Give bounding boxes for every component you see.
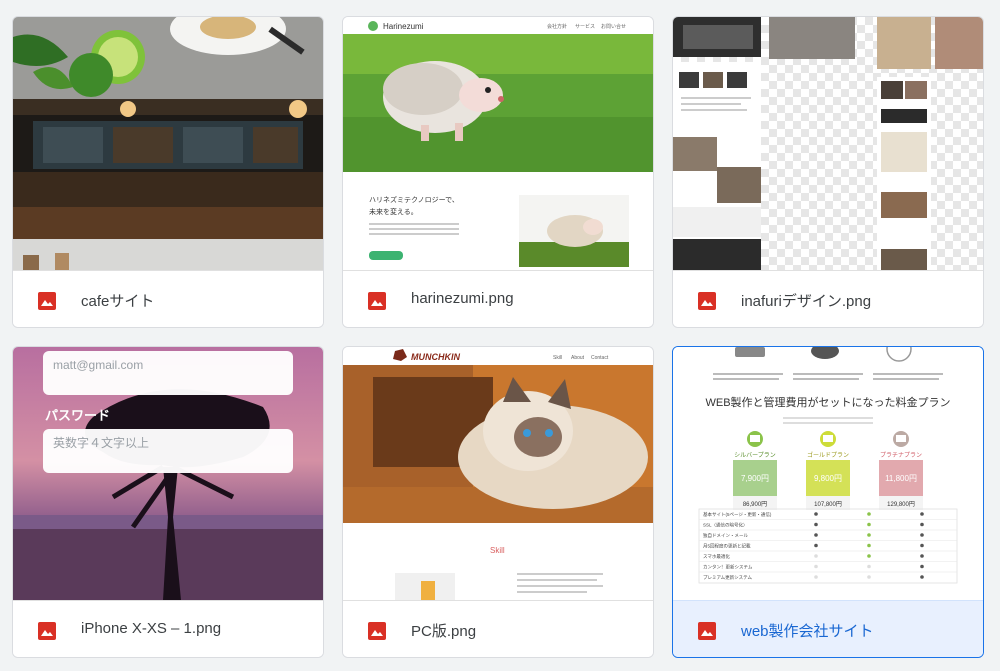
thumb-headline-2: 未来を変える。 (369, 207, 418, 216)
file-card-footer: web製作会社サイト (673, 600, 983, 657)
thumb-feature: 基本サイト(5ページ・更新・通信) (703, 511, 772, 518)
file-card-footer: iPhone X-XS – 1.png (13, 600, 323, 657)
file-name: harinezumi.png (411, 290, 514, 307)
file-thumbnail (13, 17, 323, 270)
thumb-logo: Harinezumi (383, 22, 424, 31)
file-card-footer: cafeサイト (13, 270, 323, 327)
image-icon (367, 291, 387, 311)
thumb-nav-2: サービス (575, 23, 595, 30)
image-icon (697, 291, 717, 311)
file-card-pc[interactable]: MUNCHKIN Skill About Contact Skill PC版.p… (342, 346, 654, 658)
file-thumbnail: MUNCHKIN Skill About Contact Skill (343, 347, 653, 600)
thumb-feature: 月5回程度の更新と記載 (703, 543, 751, 550)
image-icon (697, 621, 717, 641)
thumb-nav-1: Skill (553, 355, 562, 361)
thumb-logo: MUNCHKIN (411, 352, 460, 362)
file-card-harinezumi[interactable]: Harinezumi 会社方針 サービス お問い合せ ハリネズミテクノロジーで、… (342, 16, 654, 328)
thumb-plan-name: ゴールドプラン (807, 451, 849, 459)
thumb-feature: スマホ最適化 (703, 553, 730, 560)
image-icon (37, 621, 57, 641)
file-card-footer: harinezumi.png (343, 270, 653, 327)
thumb-feature: SSL（通信の暗号化） (703, 522, 748, 529)
file-thumbnail: Harinezumi 会社方針 サービス お問い合せ ハリネズミテクノロジーで、… (343, 17, 653, 270)
file-name: PC版.png (411, 623, 477, 640)
thumb-plan-price: 7,900円 (741, 474, 769, 483)
file-thumbnail: WEB製作と管理費用がセットになった料金プラン シルバープラン 7,900円 8… (673, 347, 983, 600)
thumb-nav-3: お問い合せ (601, 23, 626, 30)
thumb-feature: カンタン！更新システム (703, 564, 753, 571)
thumb-plan-price: 9,800円 (814, 474, 842, 483)
file-card-cafe[interactable]: cafeサイト (12, 16, 324, 328)
file-name: inafuriデザイン.png (741, 293, 872, 310)
file-card-inafuri[interactable]: inafuriデザイン.png (672, 16, 984, 328)
thumb-nav-2: About (571, 355, 585, 361)
thumb-plan-setup: 86,900円 (743, 501, 767, 508)
thumb-section-title: Skill (490, 546, 505, 555)
file-thumbnail (673, 17, 983, 270)
thumb-feature: プレミアム更新システム (703, 574, 753, 581)
thumb-plan-price: 11,800円 (885, 474, 917, 483)
file-name: web製作会社サイト (741, 623, 874, 640)
thumb-feature: 独自ドメイン・メール (703, 532, 748, 539)
file-name: cafeサイト (81, 293, 155, 310)
image-icon (367, 621, 387, 641)
thumb-password-label: パスワード (45, 408, 110, 423)
thumb-email-placeholder: matt@gmail.com (53, 358, 143, 372)
file-grid: cafeサイト Harinezumi 会社方針 サービス お問い合せ ハリネズミ… (0, 0, 1000, 671)
thumb-plan-setup: 129,800円 (887, 501, 915, 508)
file-card-iphone[interactable]: matt@gmail.com パスワード 英数字４文字以上 iPhone X-X… (12, 346, 324, 658)
file-thumbnail: matt@gmail.com パスワード 英数字４文字以上 (13, 347, 323, 600)
file-card-footer: inafuriデザイン.png (673, 270, 983, 327)
file-name: iPhone X-XS – 1.png (81, 620, 222, 637)
thumb-password-placeholder: 英数字４文字以上 (53, 435, 149, 450)
thumb-plan-name: シルバープラン (734, 452, 776, 459)
thumb-nav-3: Contact (591, 355, 609, 361)
thumb-heading: WEB製作と管理費用がセットになった料金プラン (705, 395, 950, 409)
image-icon (37, 291, 57, 311)
thumb-nav-1: 会社方針 (547, 23, 567, 30)
file-card-web[interactable]: WEB製作と管理費用がセットになった料金プラン シルバープラン 7,900円 8… (672, 346, 984, 658)
file-card-footer: PC版.png (343, 600, 653, 657)
thumb-plan-setup: 107,800円 (814, 501, 842, 508)
thumb-plan-name: プラチナプラン (880, 452, 922, 459)
thumb-headline-1: ハリネズミテクノロジーで、 (369, 195, 459, 204)
